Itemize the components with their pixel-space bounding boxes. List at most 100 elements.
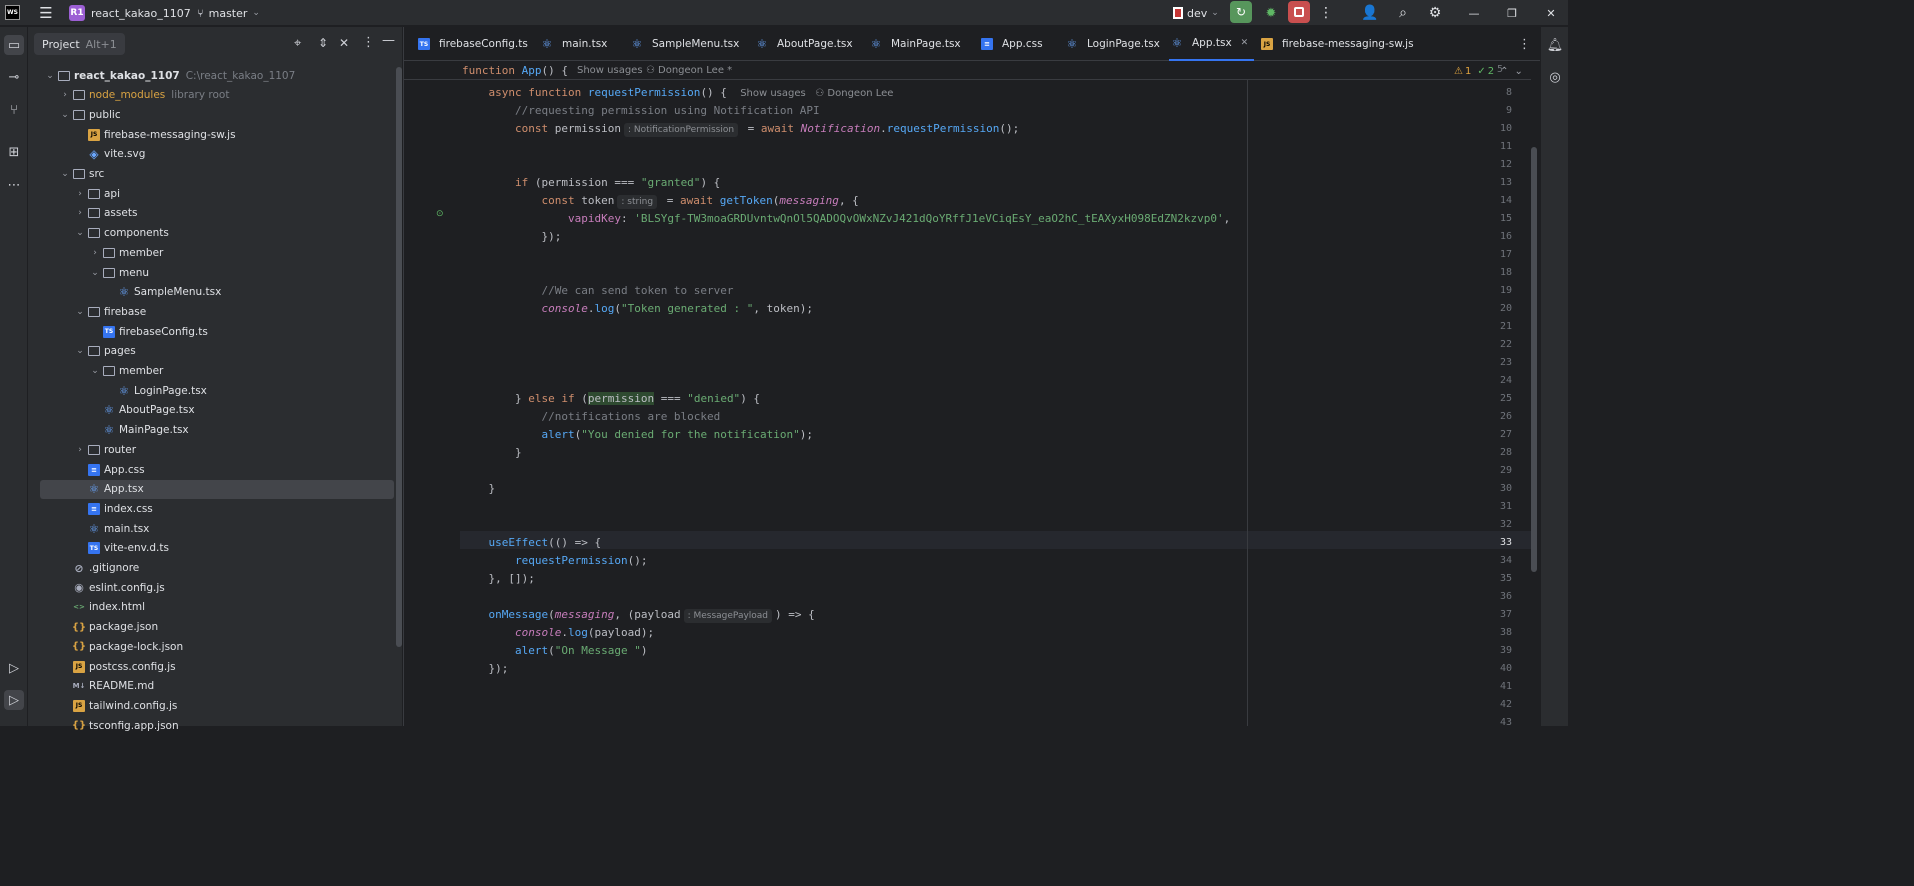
rerun-button[interactable]: ↻ [1230,1,1252,23]
tree-item[interactable]: ⚛ App.tsx [40,479,394,499]
run-config-selector[interactable]: dev ⌄ [1173,0,1219,26]
tab-app-tsx[interactable]: ⚛ App.tsx ✕ [1169,27,1255,61]
project-view-selector[interactable]: Project Alt+1 [34,33,125,55]
tree-item[interactable]: ⌄ components [40,224,394,243]
chevron-down-icon[interactable]: ⌄ [44,71,56,81]
more-actions-icon[interactable]: ⋮ [1319,0,1333,26]
code-line[interactable]: async function requestPermission() { Sho… [462,84,894,102]
hide-panel-icon[interactable]: — [382,33,395,48]
code-line[interactable]: //notifications are blocked [462,408,720,426]
code-line[interactable]: } [462,480,495,498]
code-line[interactable]: requestPermission(); [462,552,647,570]
webstorm-logo-icon[interactable]: WS [5,5,20,20]
close-tab-icon[interactable]: ✕ [1241,38,1249,48]
expand-all-icon[interactable]: ⇕ [318,36,328,50]
search-icon[interactable]: ⌕ [1394,0,1412,26]
notifications-icon[interactable]: 🔔︎ [1545,35,1565,55]
code-line[interactable]: }); [462,228,561,246]
tree-item[interactable]: {} package.json [40,618,394,637]
tree-item[interactable]: › node_modules library root [40,86,394,105]
project-tool-folder-icon[interactable]: ▭ [4,35,24,55]
code-line[interactable]: console.log("Token generated : ", token)… [462,300,813,318]
tab-aboutpage-tsx[interactable]: ⚛ AboutPage.tsx [754,27,853,61]
add-user-icon[interactable]: 👤 [1361,0,1379,26]
ai-assistant-icon[interactable]: ◎ [1545,67,1565,87]
project-switcher[interactable]: R1 react_kakao_1107 ⌄ [69,0,204,26]
chevron-down-icon[interactable]: ⌄ [1515,66,1523,77]
tree-item[interactable]: ⚛ SampleMenu.tsx [40,283,394,302]
run-tool-icon[interactable]: ▷ [4,690,24,710]
tab-main-tsx[interactable]: ⚛ main.tsx [539,27,608,61]
tab-options-icon[interactable]: ⋮ [1518,37,1531,52]
vcs-branch-switcher[interactable]: ⑂ master ⌄ [197,0,260,26]
code-line[interactable]: console.log(payload); [462,624,654,642]
tree-item[interactable]: M↓ README.md [40,677,394,696]
chevron-up-icon[interactable]: ⌃ [1500,66,1508,77]
tree-item[interactable]: TS firebaseConfig.ts [40,322,394,341]
tree-item[interactable]: ◉ eslint.config.js [40,578,394,597]
chevron-down-icon[interactable]: ⌄ [74,307,86,317]
code-line[interactable]: const token: string = await getToken(mes… [462,192,859,210]
tree-item[interactable]: <> index.html [40,598,394,617]
sticky-show-usages[interactable]: Show usages [577,65,643,76]
tree-item[interactable]: JS postcss.config.js [40,657,394,676]
chevron-down-icon[interactable]: ⌄ [59,110,71,120]
chevron-down-icon[interactable]: ⌄ [89,366,101,376]
tree-item[interactable]: ⌄ public [40,105,394,124]
tree-item[interactable]: ≡ App.css [40,460,394,479]
implementation-gutter-icon[interactable]: ⊙ [436,209,444,219]
sticky-scroll-header[interactable]: 5 function App() { Show usages ⚇ Dongeon… [404,62,1531,80]
chevron-down-icon[interactable]: ⌄ [89,268,101,278]
code-line[interactable]: }, []); [462,570,534,588]
code-line[interactable]: alert("On Message ") [462,642,647,660]
main-menu-icon[interactable]: ☰ [38,0,54,26]
tree-item[interactable]: {} package-lock.json [40,637,394,656]
code-line[interactable]: onMessage(messaging, (payload: MessagePa… [462,606,815,624]
chevron-down-icon[interactable]: ⌄ [59,169,71,179]
chevron-down-icon[interactable]: ⌄ [74,228,86,238]
chevron-right-icon[interactable]: › [89,248,101,258]
minimize-window-icon[interactable]: — [1466,0,1482,26]
code-line[interactable]: if (permission === "granted") { [462,174,720,192]
tree-item[interactable]: ⌄ pages [40,342,394,361]
tree-item[interactable]: ⚛ MainPage.tsx [40,421,394,440]
restore-window-icon[interactable]: ❐ [1505,0,1519,26]
settings-gear-icon[interactable]: ⚙ [1426,0,1444,26]
tree-item[interactable]: › router [40,440,394,459]
code-line[interactable]: } else if (permission === "denied") { [462,390,760,408]
chevron-down-icon[interactable]: ⌄ [74,346,86,356]
tab-app-css[interactable]: ≡ App.css [979,27,1043,61]
code-line[interactable]: //requesting permission using Notificati… [462,102,820,120]
tree-item[interactable]: ⌄ src [40,165,394,184]
tree-item[interactable]: JS tailwind.config.js [40,696,394,715]
chevron-right-icon[interactable]: › [74,445,86,455]
locate-file-icon[interactable]: ⌖ [294,36,301,51]
tree-item[interactable]: ⌄ react_kakao_1107 C:\react_kakao_1107 [40,66,394,85]
commit-icon[interactable]: ⊸ [4,67,24,87]
editor-scrollbar[interactable] [1531,147,1537,572]
code-line[interactable]: const permission: NotificationPermission… [462,120,1019,138]
tree-item[interactable]: ⊘ .gitignore [40,559,394,578]
inspection-widget[interactable]: ⚠ 1 ✓ 2 ⌃ ⌄ [1454,66,1523,77]
tree-item[interactable]: ⚛ LoginPage.tsx [40,381,394,400]
more-tools-icon[interactable]: ⋯ [4,175,24,195]
services-icon[interactable]: ▷ [4,658,24,678]
tab-samplemenu-tsx[interactable]: ⚛ SampleMenu.tsx [629,27,740,61]
tree-item[interactable]: › assets [40,204,394,223]
tree-item[interactable]: ⚛ main.tsx [40,519,394,538]
tab-firebase-messaging-sw-js[interactable]: JS firebase-messaging-sw.js [1259,27,1414,61]
tab-firebaseconfig-ts[interactable]: TS firebaseConfig.ts [416,27,528,61]
debug-icon[interactable]: ✹ [1262,0,1280,26]
chevron-right-icon[interactable]: › [59,90,71,100]
options-icon[interactable]: ⋮ [362,35,375,50]
code-line[interactable]: } [462,444,522,462]
tab-mainpage-tsx[interactable]: ⚛ MainPage.tsx [868,27,961,61]
chevron-right-icon[interactable]: › [74,208,86,218]
tree-item[interactable]: {} tsconfig.app.json [40,716,394,735]
tree-item[interactable]: ◈ vite.svg [40,145,394,164]
tab-loginpage-tsx[interactable]: ⚛ LoginPage.tsx [1064,27,1160,61]
tree-item[interactable]: TS vite-env.d.ts [40,539,394,558]
stop-button[interactable] [1288,1,1310,23]
tree-item[interactable]: ⌄ menu [40,263,394,282]
collapse-all-icon[interactable]: ✕ [339,36,349,50]
